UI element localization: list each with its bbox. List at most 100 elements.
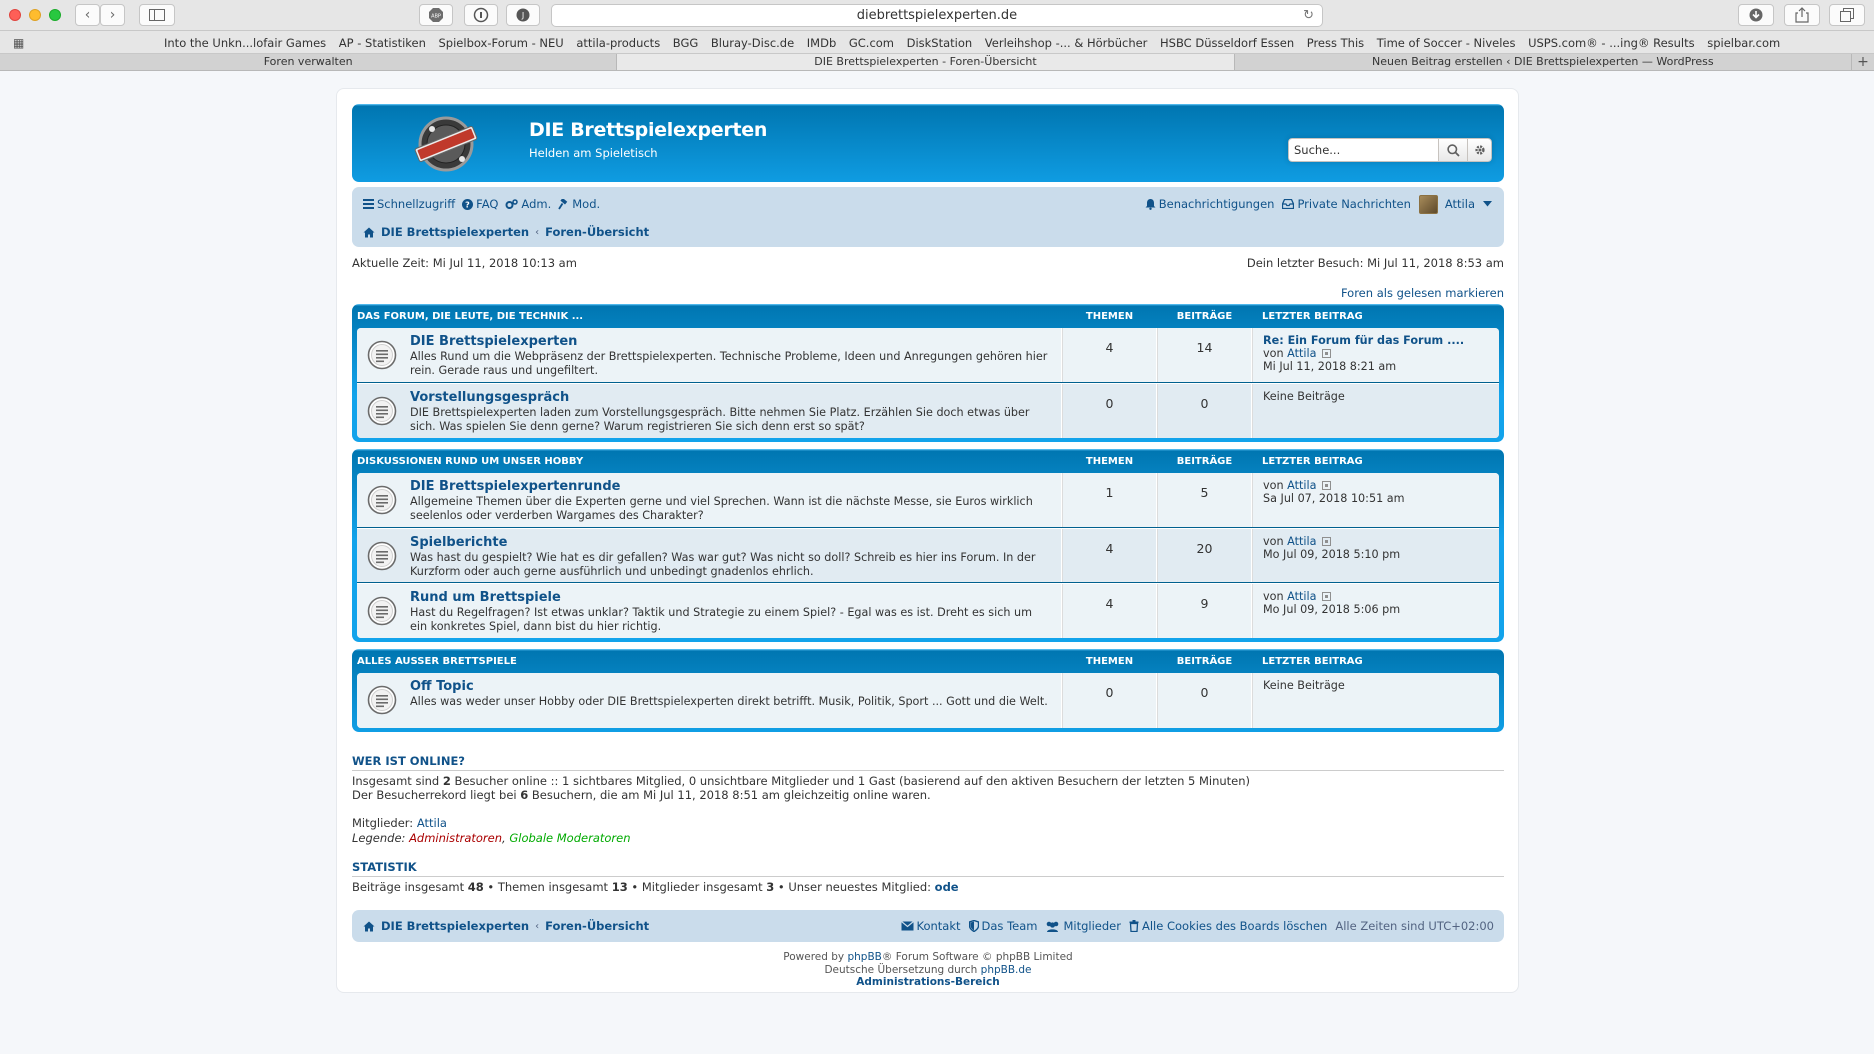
forward-button[interactable]: › (100, 4, 125, 26)
bookmark-item[interactable]: Time of Soccer - Niveles (1377, 36, 1516, 50)
view-latest-post-icon[interactable] (1322, 481, 1332, 490)
footer-breadcrumb-home[interactable]: DIE Brettspielexperten (381, 919, 529, 933)
address-bar[interactable]: diebrettspielexperten.de ↻ (551, 4, 1323, 27)
back-button[interactable]: ‹ (75, 4, 100, 26)
who-is-online-title[interactable]: WER IST ONLINE? (352, 754, 1504, 771)
forum-topics-count: 4 (1062, 328, 1157, 382)
forum-posts-count: 5 (1157, 473, 1252, 527)
extension-info-button[interactable] (464, 4, 498, 26)
phpbb-de-link[interactable]: phpBB.de (981, 964, 1032, 976)
forum-title-link[interactable]: Vorstellungsgespräch (410, 390, 569, 405)
bookmark-item[interactable]: DiskStation (907, 36, 973, 50)
quick-links-button[interactable]: Schnellzugriff (363, 197, 455, 211)
site-title[interactable]: DIE Brettspielexperten (529, 119, 767, 141)
forum-title-link[interactable]: DIE Brettspielexperten (410, 334, 577, 349)
bookmark-item[interactable]: HSBC Düsseldorf Essen (1160, 36, 1294, 50)
last-post-date: Mo Jul 09, 2018 5:06 pm (1263, 603, 1401, 616)
notifications-link[interactable]: Benachrichtigungen (1145, 197, 1274, 211)
last-post-author-link[interactable]: Attila (1287, 590, 1316, 603)
bookmark-item[interactable]: Into the Unkn...lofair Games (164, 36, 326, 50)
downloads-button[interactable] (1738, 4, 1774, 26)
legend-global-moderators[interactable]: Globale Moderatoren (509, 831, 630, 845)
delete-cookies-link[interactable]: Alle Cookies des Boards löschen (1129, 919, 1327, 933)
members-link[interactable]: Mitglieder (1045, 919, 1121, 933)
breadcrumb-current[interactable]: Foren-Übersicht (545, 225, 649, 239)
forum-description: Was hast du gespielt? Wie hat es dir gef… (410, 551, 1036, 578)
column-last-post: LETZTER BEITRAG (1262, 455, 1363, 467)
category-title[interactable]: DAS FORUM, DIE LEUTE, DIE TECHNIK ... (357, 311, 1062, 322)
last-post-author-link[interactable]: Attila (1287, 479, 1316, 492)
category-title[interactable]: DISKUSSIONEN RUND UM UNSER HOBBY (357, 456, 1062, 467)
close-window-button[interactable] (9, 9, 21, 21)
bookmark-item[interactable]: Bluray-Disc.de (711, 36, 794, 50)
grid-icon[interactable]: ▦ (13, 36, 24, 50)
bookmark-item[interactable]: AP - Statistiken (339, 36, 426, 50)
forum-title-link[interactable]: Rund um Brettspiele (410, 590, 561, 605)
current-time: Aktuelle Zeit: Mi Jul 11, 2018 10:13 am (352, 256, 577, 270)
forum-last-post: von Attila Sa Jul 07, 2018 10:51 am (1252, 473, 1499, 527)
browser-tab[interactable]: Foren verwalten (0, 54, 618, 70)
private-messages-link[interactable]: Private Nachrichten (1282, 197, 1411, 211)
last-post-author-link[interactable]: Attila (1287, 347, 1316, 360)
bookmark-item[interactable]: Spielbox-Forum - NEU (439, 36, 564, 50)
new-tab-button[interactable]: + (1852, 54, 1874, 70)
question-icon: ? (462, 198, 474, 210)
bell-icon (1145, 199, 1156, 210)
extension-button[interactable]: J (506, 4, 540, 26)
minimize-window-button[interactable] (29, 9, 41, 21)
gavel-icon (558, 198, 568, 209)
last-post-author-link[interactable]: Attila (1287, 535, 1316, 548)
reload-icon[interactable]: ↻ (1303, 5, 1314, 26)
category-title[interactable]: ALLES AUSSER BRETTSPIELE (357, 656, 1062, 667)
site-logo[interactable] (407, 115, 485, 173)
view-latest-post-icon[interactable] (1322, 537, 1332, 546)
bookmark-item[interactable]: spielbar.com (1707, 36, 1780, 50)
sidebar-button[interactable] (139, 4, 175, 26)
contact-link[interactable]: Kontakt (900, 919, 961, 933)
moderator-label: Mod. (572, 197, 601, 211)
moderator-link[interactable]: Mod. (558, 197, 600, 211)
bookmark-item[interactable]: Verleihshop -... & Hörbücher (985, 36, 1148, 50)
search-input[interactable] (1288, 138, 1438, 162)
chevron-right-icon: › (109, 7, 116, 23)
forum-title-link[interactable]: DIE Brettspielexpertenrunde (410, 479, 620, 494)
last-post-by-label: von (1263, 535, 1284, 548)
browser-tab[interactable]: Neuen Beitrag erstellen ‹ DIE Brettspiel… (1235, 54, 1852, 70)
team-link[interactable]: Das Team (968, 919, 1037, 933)
forum-read-icon (367, 485, 397, 515)
bookmark-item[interactable]: Press This (1307, 36, 1364, 50)
admin-link[interactable]: Adm. (505, 197, 551, 211)
column-topics: THEMEN (1085, 655, 1134, 667)
bookmark-item[interactable]: USPS.com® - ...ing® Results (1528, 36, 1695, 50)
tabs-overview-button[interactable] (1829, 4, 1865, 26)
forum-read-icon (367, 685, 397, 715)
footer-breadcrumb-current[interactable]: Foren-Übersicht (545, 919, 649, 933)
forum-title-link[interactable]: Off Topic (410, 679, 474, 694)
bookmark-item[interactable]: GC.com (849, 36, 894, 50)
forum-read-icon (367, 340, 397, 370)
bookmark-item[interactable]: IMDb (807, 36, 836, 50)
last-post-title-link[interactable]: Re: Ein Forum für das Forum .... (1263, 334, 1489, 347)
search-button[interactable] (1438, 138, 1467, 162)
view-latest-post-icon[interactable] (1322, 349, 1332, 358)
online-member-attila[interactable]: Attila (417, 816, 447, 830)
forum-posts-count: 14 (1157, 328, 1252, 382)
view-latest-post-icon[interactable] (1322, 592, 1332, 601)
admin-panel-link[interactable]: Administrations-Bereich (352, 976, 1504, 989)
faq-link[interactable]: ? FAQ (462, 197, 498, 211)
share-button[interactable] (1784, 4, 1820, 26)
legend-administrators[interactable]: Administratoren (409, 831, 502, 845)
svg-text:?: ? (465, 200, 470, 209)
adblock-button[interactable]: ABP (419, 4, 453, 26)
bookmark-item[interactable]: BGG (673, 36, 699, 50)
bookmark-item[interactable]: attila-products (576, 36, 660, 50)
zoom-window-button[interactable] (49, 9, 61, 21)
advanced-search-button[interactable] (1467, 138, 1492, 162)
user-menu[interactable]: Attila (1418, 194, 1492, 214)
phpbb-link[interactable]: phpBB (847, 951, 881, 963)
breadcrumb-home[interactable]: DIE Brettspielexperten (381, 225, 529, 239)
forum-title-link[interactable]: Spielberichte (410, 535, 507, 550)
mark-forums-read-link[interactable]: Foren als gelesen markieren (352, 286, 1504, 300)
newest-member-link[interactable]: ode (935, 880, 959, 894)
browser-tab[interactable]: DIE Brettspielexperten - Foren-Übersicht (617, 54, 1235, 70)
